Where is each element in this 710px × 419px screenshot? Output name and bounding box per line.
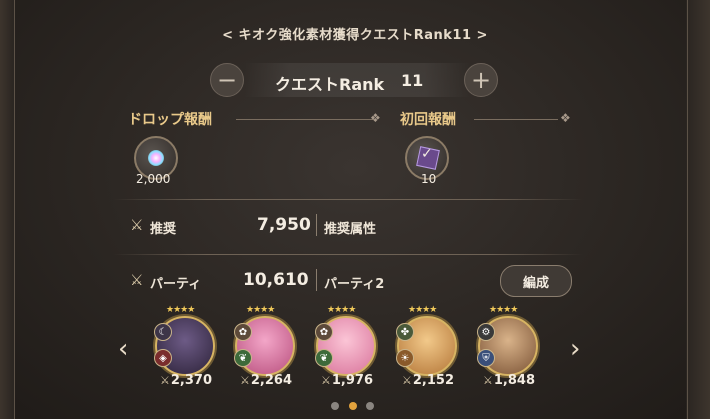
shield-icon: ⛨ — [477, 349, 495, 367]
rarity-stars: ★★★★ — [408, 305, 437, 315]
rarity-stars: ★★★★ — [166, 305, 195, 315]
crossed-swords-icon: ⚔ — [160, 374, 170, 387]
character-power: ⚔1,976 — [321, 373, 373, 388]
gear-icon: ⚙ — [477, 323, 495, 341]
moon-icon: ☾ — [154, 323, 172, 341]
next-party-button[interactable]: › — [570, 334, 580, 364]
character-power: ⚔1,848 — [483, 373, 535, 388]
divider — [113, 199, 583, 200]
fire-icon: ◈ — [154, 349, 172, 367]
first-reward-heading: 初回報酬 — [400, 112, 456, 128]
party-name: パーティ2 — [324, 277, 385, 292]
leaf-icon: ❦ — [315, 349, 333, 367]
quest-title: < キオク強化素材獲得クエストRank11 > — [222, 28, 488, 43]
page-dot-active[interactable] — [349, 402, 357, 410]
divider — [316, 214, 317, 236]
rarity-stars: ★★★★ — [489, 305, 518, 315]
flower-icon: ✿ — [234, 323, 252, 341]
rank-decrease-button[interactable]: − — [210, 63, 244, 97]
sun-icon: ☀ — [396, 349, 414, 367]
first-reward-count: 10 — [421, 172, 437, 186]
recommend-value: 7,950 — [257, 215, 311, 235]
rank-value: 11 — [401, 71, 424, 90]
divider — [474, 119, 558, 120]
left-frame — [0, 0, 14, 419]
crossed-swords-icon: ⚔ — [130, 271, 144, 289]
party-power-value: 10,610 — [243, 270, 309, 290]
previous-party-button[interactable]: ‹ — [118, 334, 128, 364]
party-label: パーティ — [150, 277, 202, 292]
rarity-stars: ★★★★ — [246, 305, 275, 315]
right-frame — [686, 0, 710, 419]
page-dot[interactable] — [331, 402, 339, 410]
edit-party-button[interactable]: 編成 — [500, 265, 572, 297]
divider — [113, 254, 583, 255]
clover-icon: ✤ — [396, 323, 414, 341]
ornament-icon: ❖ — [370, 111, 381, 125]
rarity-stars: ★★★★ — [327, 305, 356, 315]
ornament-icon: ❖ — [560, 111, 571, 125]
page-dot[interactable] — [366, 402, 374, 410]
recommend-attribute-label: 推奨属性 — [324, 222, 377, 237]
crossed-swords-icon: ⚔ — [402, 374, 412, 387]
crossed-swords-icon: ⚔ — [483, 374, 493, 387]
character-power: ⚔2,264 — [240, 373, 292, 388]
character-power: ⚔2,152 — [402, 373, 454, 388]
crossed-swords-icon: ⚔ — [130, 216, 144, 234]
recommend-label: 推奨 — [150, 222, 177, 237]
crossed-swords-icon: ⚔ — [321, 374, 331, 387]
leaf-icon: ❦ — [234, 349, 252, 367]
crossed-swords-icon: ⚔ — [240, 374, 250, 387]
character-power: ⚔2,370 — [160, 373, 212, 388]
drop-reward-heading: ドロップ報酬 — [128, 112, 212, 128]
divider — [316, 269, 317, 291]
divider — [236, 119, 374, 120]
flower-icon: ✿ — [315, 323, 333, 341]
rank-label: クエストRank — [275, 75, 385, 94]
drop-reward-count: 2,000 — [136, 172, 171, 186]
rank-increase-button[interactable]: + — [464, 63, 498, 97]
